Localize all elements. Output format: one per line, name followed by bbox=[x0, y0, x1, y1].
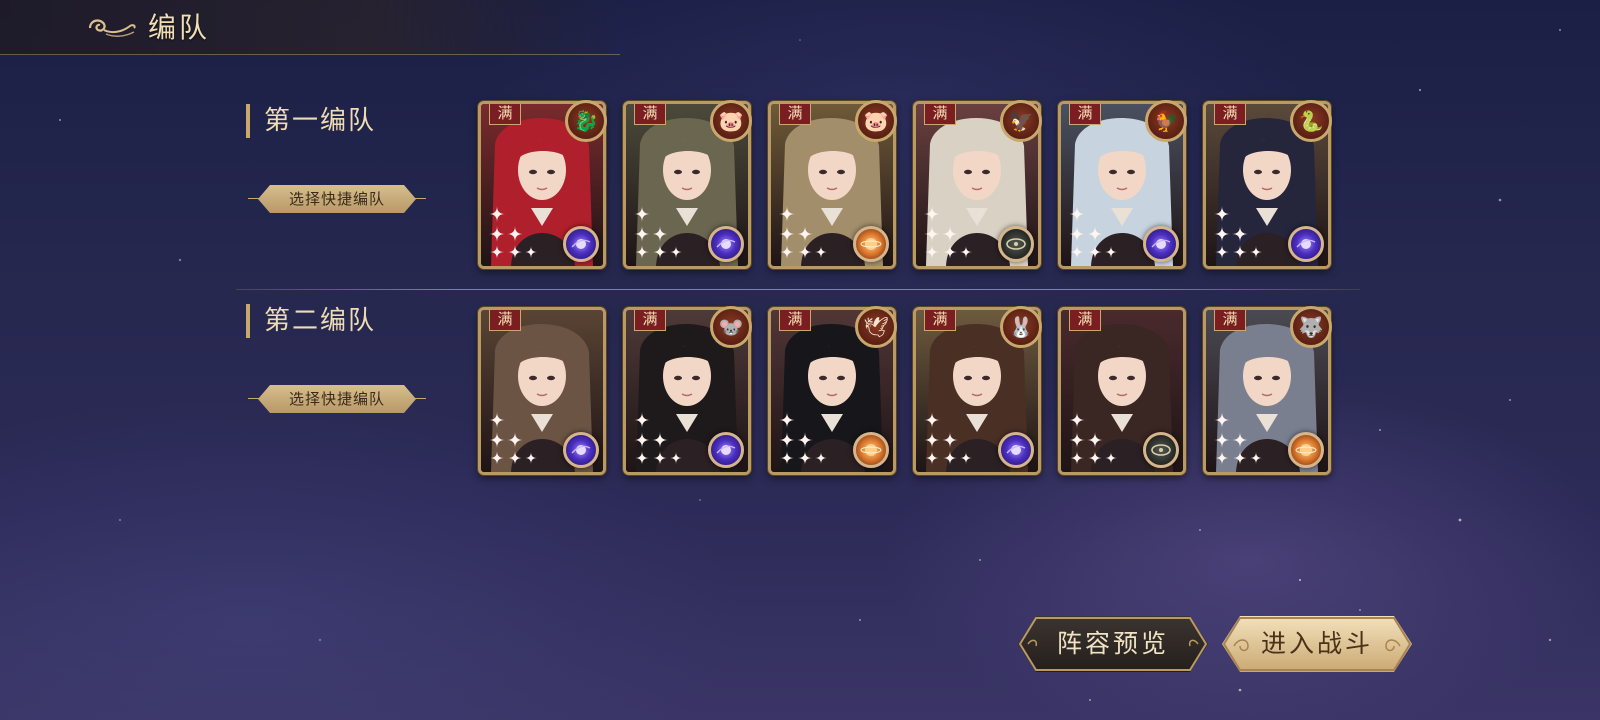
team-2-label: 第二编队 bbox=[246, 304, 376, 338]
mouse-pet-icon: 🐭 bbox=[710, 306, 752, 348]
star-rating-sparkles bbox=[1214, 412, 1262, 465]
max-level-tag: 满 bbox=[489, 310, 521, 331]
character-card[interactable]: 满 🐭 bbox=[623, 306, 752, 475]
header-bar: 编队 bbox=[0, 0, 620, 55]
character-card[interactable]: 满 🐷 bbox=[623, 100, 752, 269]
star-rating-sparkles bbox=[489, 412, 537, 465]
star-rating-sparkles bbox=[1214, 206, 1262, 259]
star-rating-sparkles bbox=[779, 412, 827, 465]
lineup-preview-button[interactable]: 阵容预览 bbox=[1018, 616, 1208, 672]
galaxy-element-icon bbox=[1143, 226, 1179, 262]
rabbit-pet-icon: 🐰 bbox=[1000, 306, 1042, 348]
rooster-pet-icon: 🐓 bbox=[1145, 100, 1187, 142]
star-rating-sparkles bbox=[924, 206, 972, 259]
max-level-tag: 满 bbox=[489, 104, 521, 125]
max-level-tag: 满 bbox=[1214, 104, 1246, 125]
ring-element-icon bbox=[1143, 432, 1179, 468]
star-rating-sparkles bbox=[924, 412, 972, 465]
team-2-quick-formation-button[interactable]: 选择快捷编队 bbox=[248, 383, 426, 415]
sun-element-icon bbox=[853, 432, 889, 468]
character-card[interactable]: 满 🐉 bbox=[478, 100, 607, 269]
white-snake-pet-icon: 🐍 bbox=[1290, 100, 1332, 142]
sun-element-icon bbox=[853, 226, 889, 262]
quick-formation-label: 选择快捷编队 bbox=[288, 390, 385, 408]
star-rating-sparkles bbox=[634, 412, 682, 465]
max-level-tag: 满 bbox=[1214, 310, 1246, 331]
galaxy-element-icon bbox=[563, 226, 599, 262]
character-card[interactable]: 满 🐷 bbox=[768, 100, 897, 269]
max-level-tag: 满 bbox=[779, 310, 811, 331]
max-level-tag: 满 bbox=[1069, 104, 1101, 125]
team-1-label: 第一编队 bbox=[246, 104, 376, 138]
page-title: 编队 bbox=[148, 11, 211, 44]
max-level-tag: 满 bbox=[634, 104, 666, 125]
sun-element-icon bbox=[1288, 432, 1324, 468]
galaxy-element-icon bbox=[708, 226, 744, 262]
max-level-tag: 满 bbox=[634, 310, 666, 331]
team-divider bbox=[236, 289, 1360, 290]
cloud-swirl-icon bbox=[88, 19, 136, 37]
enter-battle-label: 进入战斗 bbox=[1260, 629, 1373, 658]
character-card[interactable]: 满 🦅 bbox=[913, 100, 1042, 269]
galaxy-element-icon bbox=[708, 432, 744, 468]
team-1-quick-formation-button[interactable]: 选择快捷编队 bbox=[248, 183, 426, 215]
character-card[interactable]: 满 🐓 bbox=[1058, 100, 1187, 269]
max-level-tag: 满 bbox=[1069, 310, 1101, 331]
dragon-pet-icon: 🐉 bbox=[565, 100, 607, 142]
max-level-tag: 满 bbox=[924, 104, 956, 125]
character-card[interactable]: 满 🐰 bbox=[913, 306, 1042, 475]
star-rating-sparkles bbox=[489, 206, 537, 259]
star-rating-sparkles bbox=[779, 206, 827, 259]
pig-pet-icon: 🐷 bbox=[710, 100, 752, 142]
character-card[interactable]: 满 🐺 bbox=[1203, 306, 1332, 475]
pig-pet-icon: 🐷 bbox=[855, 100, 897, 142]
galaxy-element-icon bbox=[998, 432, 1034, 468]
star-rating-sparkles bbox=[1069, 412, 1117, 465]
wolf-pet-icon: 🐺 bbox=[1290, 306, 1332, 348]
quick-formation-label: 选择快捷编队 bbox=[288, 190, 385, 208]
character-card[interactable]: 满 🕊 bbox=[768, 306, 897, 475]
max-level-tag: 满 bbox=[779, 104, 811, 125]
ring-element-icon bbox=[998, 226, 1034, 262]
enter-battle-button[interactable]: 进入战斗 bbox=[1222, 616, 1412, 672]
white-bird-pet-icon: 🕊 bbox=[855, 306, 897, 348]
star-rating-sparkles bbox=[634, 206, 682, 259]
galaxy-element-icon bbox=[563, 432, 599, 468]
lineup-preview-label: 阵容预览 bbox=[1056, 629, 1169, 658]
star-rating-sparkles bbox=[1069, 206, 1117, 259]
character-card[interactable]: 满 bbox=[478, 307, 606, 475]
character-card[interactable]: 满 bbox=[1058, 307, 1186, 475]
character-card[interactable]: 满 🐍 bbox=[1203, 100, 1332, 269]
max-level-tag: 满 bbox=[924, 310, 956, 331]
eagle-pet-icon: 🦅 bbox=[1000, 100, 1042, 142]
galaxy-element-icon bbox=[1288, 226, 1324, 262]
